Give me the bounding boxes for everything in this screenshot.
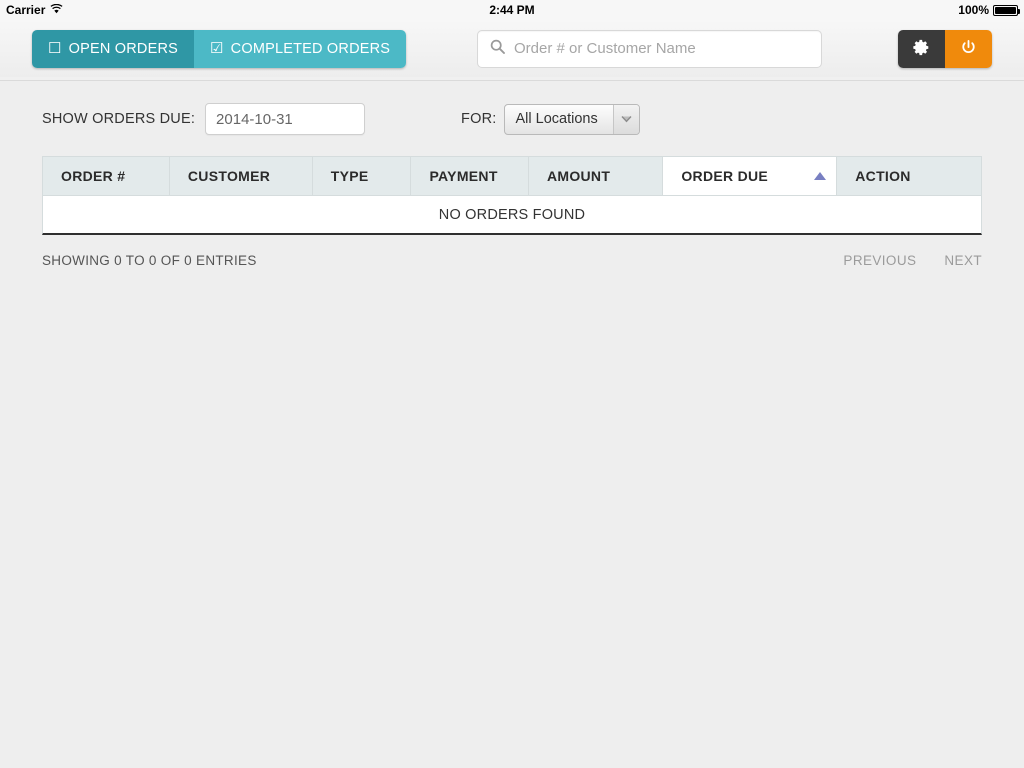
ios-status-bar: Carrier 2:44 PM 100% bbox=[0, 0, 1024, 20]
no-orders-found-message: NO ORDERS FOUND bbox=[42, 196, 982, 235]
column-header-order-due[interactable]: ORDER DUE bbox=[662, 156, 837, 196]
for-label: FOR: bbox=[461, 111, 497, 127]
orders-table: ORDER # CUSTOMER TYPE PAYMENT AMOUNT ORD… bbox=[42, 156, 982, 235]
location-select-value: All Locations bbox=[515, 111, 598, 127]
power-icon bbox=[960, 39, 977, 59]
show-orders-due-label: SHOW ORDERS DUE: bbox=[42, 111, 196, 127]
column-header-order-number[interactable]: ORDER # bbox=[42, 156, 169, 196]
location-select[interactable]: All Locations bbox=[504, 103, 641, 135]
app-toolbar: ☐ OPEN ORDERS ☑ COMPLETED ORDERS bbox=[0, 20, 1024, 81]
column-header-payment[interactable]: PAYMENT bbox=[410, 156, 528, 196]
status-bar-time: 2:44 PM bbox=[489, 3, 535, 17]
power-button[interactable] bbox=[945, 29, 992, 68]
tab-completed-orders[interactable]: ☑ COMPLETED ORDERS bbox=[194, 29, 407, 68]
table-footer: SHOWING 0 TO 0 OF 0 ENTRIES PREVIOUS NEX… bbox=[42, 253, 982, 268]
gear-icon bbox=[913, 39, 930, 59]
column-label: AMOUNT bbox=[546, 168, 611, 184]
main-content: SHOW ORDERS DUE: FOR: All Locations ORDE… bbox=[0, 78, 1024, 268]
tab-open-orders-label: OPEN ORDERS bbox=[68, 40, 179, 57]
column-header-customer[interactable]: CUSTOMER bbox=[168, 156, 312, 196]
triangle-up-icon bbox=[814, 172, 827, 180]
column-label: PAYMENT bbox=[429, 168, 498, 184]
search-input[interactable] bbox=[514, 40, 809, 57]
tab-open-orders[interactable]: ☐ OPEN ORDERS bbox=[32, 29, 195, 68]
order-due-date-input[interactable] bbox=[205, 103, 366, 135]
chevron-down-icon bbox=[613, 104, 640, 134]
orders-table-body: NO ORDERS FOUND bbox=[42, 196, 982, 235]
column-header-amount[interactable]: AMOUNT bbox=[527, 156, 663, 196]
battery-percent-label: 100% bbox=[958, 3, 989, 17]
table-empty-row: NO ORDERS FOUND bbox=[42, 196, 982, 235]
column-label: TYPE bbox=[330, 168, 369, 184]
orders-table-head: ORDER # CUSTOMER TYPE PAYMENT AMOUNT ORD… bbox=[42, 156, 982, 196]
column-label: ORDER DUE bbox=[681, 168, 769, 184]
column-header-action[interactable]: ACTION bbox=[836, 156, 982, 196]
column-label: ACTION bbox=[855, 168, 911, 184]
search-icon bbox=[490, 39, 505, 59]
battery-full-icon bbox=[993, 4, 1020, 16]
order-status-toggle: ☐ OPEN ORDERS ☑ COMPLETED ORDERS bbox=[32, 29, 407, 68]
search-box[interactable] bbox=[477, 29, 822, 68]
status-bar-right: 100% bbox=[958, 3, 1020, 17]
column-label: CUSTOMER bbox=[187, 168, 271, 184]
checkbox-checked-icon: ☑ bbox=[210, 40, 224, 57]
column-header-type[interactable]: TYPE bbox=[311, 156, 411, 196]
settings-button[interactable] bbox=[898, 29, 945, 68]
filter-bar: SHOW ORDERS DUE: FOR: All Locations bbox=[42, 100, 982, 138]
toolbar-action-buttons bbox=[898, 29, 992, 68]
pagination: PREVIOUS NEXT bbox=[843, 253, 982, 268]
tab-completed-orders-label: COMPLETED ORDERS bbox=[230, 40, 391, 57]
next-page-button[interactable]: NEXT bbox=[944, 253, 982, 268]
orders-table-header-row: ORDER # CUSTOMER TYPE PAYMENT AMOUNT ORD… bbox=[42, 156, 982, 196]
showing-entries-label: SHOWING 0 TO 0 OF 0 ENTRIES bbox=[42, 253, 257, 268]
checkbox-empty-icon: ☐ bbox=[48, 40, 62, 57]
column-label: ORDER # bbox=[61, 168, 126, 184]
previous-page-button[interactable]: PREVIOUS bbox=[843, 253, 916, 268]
